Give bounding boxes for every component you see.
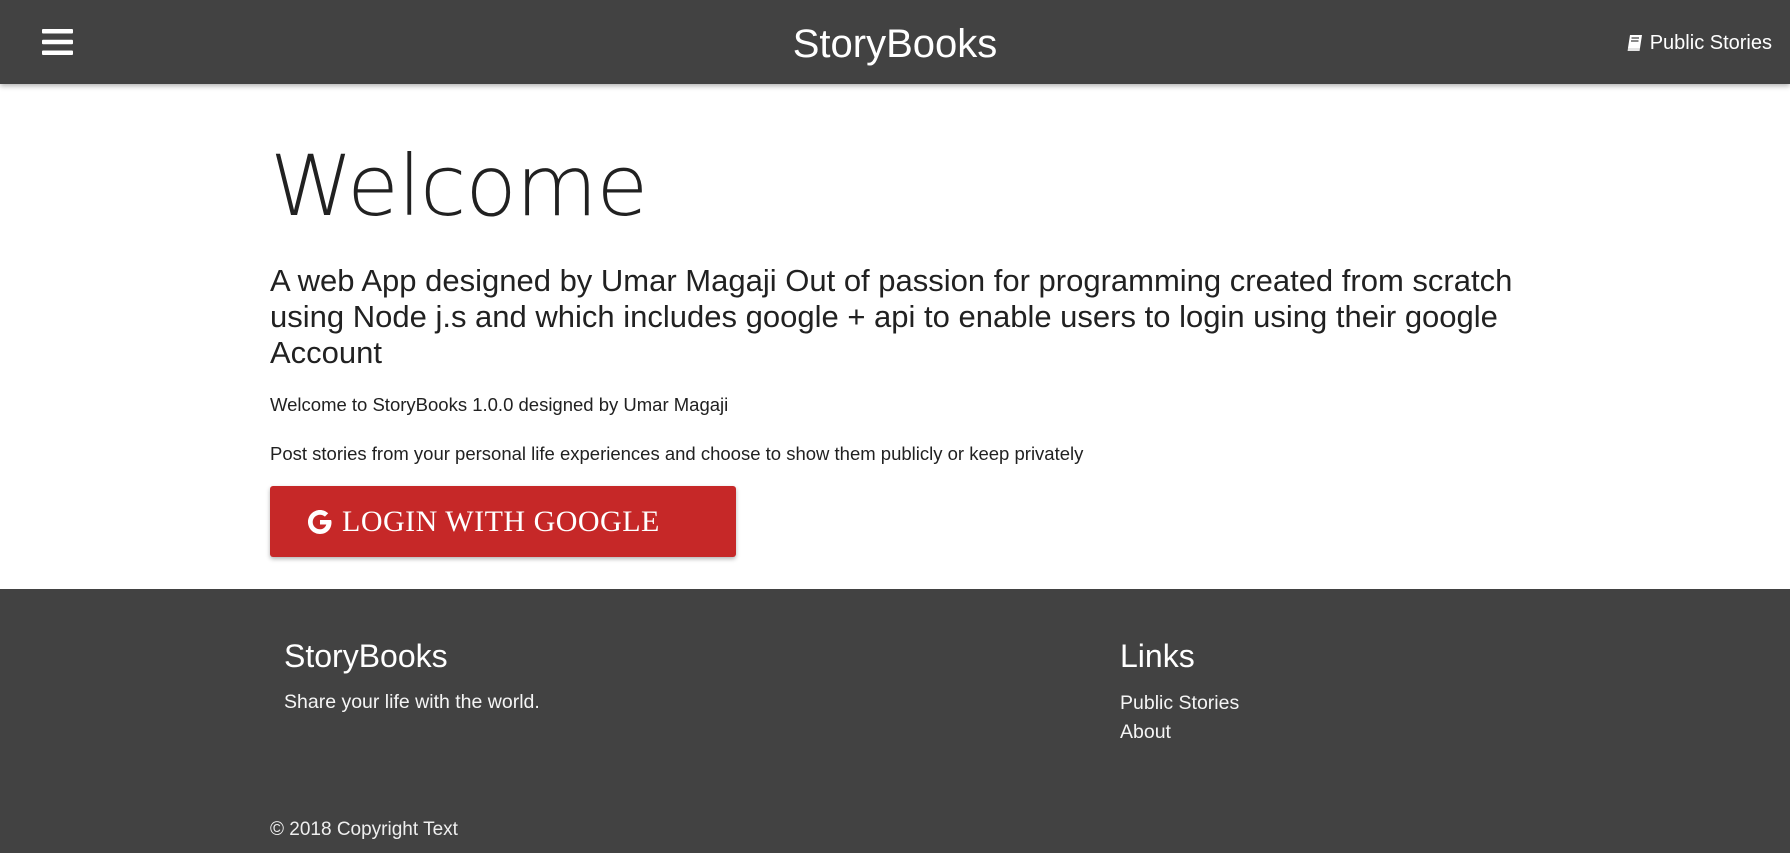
public-stories-nav-label: Public Stories [1649,32,1772,54]
footer-links-list: Public Stories About [1120,689,1239,747]
page-footer: StoryBooks Share your life with the worl… [0,589,1790,853]
copyright-text: © 2018 Copyright Text [270,819,458,840]
footer-links-column: Links Public Stories About [1120,636,1239,747]
top-navbar: StoryBooks Public Stories [0,0,1790,84]
login-button-label: LOGIN WITH GOOGLE [342,504,660,538]
version-text: Welcome to StoryBooks 1.0.0 designed by … [270,394,729,415]
page-title: Welcome [270,137,648,235]
footer-link-about[interactable]: About [1120,718,1239,747]
footer-brand-heading: StoryBooks [284,638,448,674]
footer-tagline: Share your life with the world. [284,691,540,713]
public-stories-nav-link[interactable]: Public Stories [1626,30,1772,56]
google-icon [306,508,334,536]
footer-link-public-stories[interactable]: Public Stories [1120,689,1239,718]
book-icon [1626,34,1644,52]
hamburger-menu-icon[interactable] [42,29,73,55]
footer-brand-column: StoryBooks Share your life with the worl… [284,636,540,715]
footer-links-heading: Links [1120,638,1195,674]
brand-logo-container: StoryBooks [0,20,1790,68]
login-with-google-button[interactable]: LOGIN WITH GOOGLE [270,486,736,557]
brand-logo[interactable]: StoryBooks [793,22,998,66]
app-description: A web App designed by Umar Magaji Out of… [270,263,1513,370]
feature-text: Post stories from your personal life exp… [270,443,1084,464]
